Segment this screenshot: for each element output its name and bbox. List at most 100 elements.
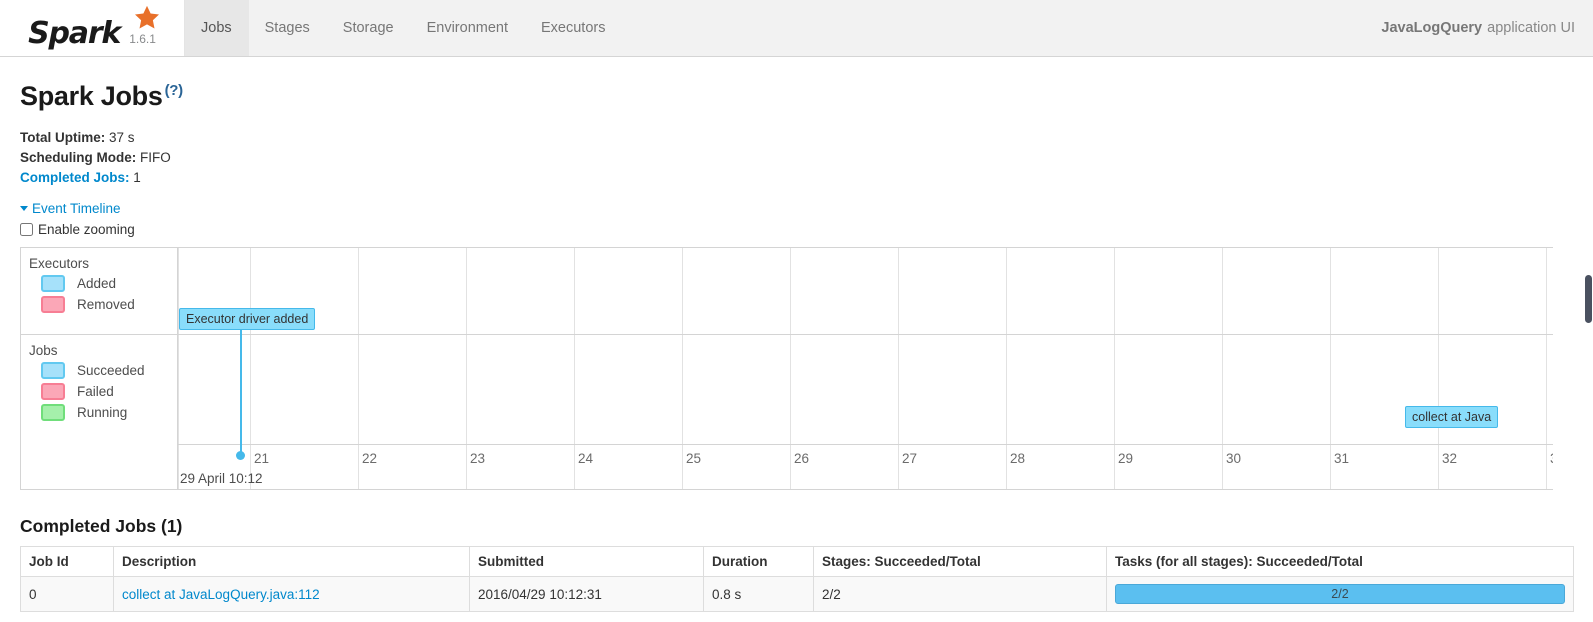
legend-label-added: Added bbox=[77, 276, 117, 291]
navbar: Spark 1.6.1 Jobs Stages Storage Environm… bbox=[0, 0, 1593, 57]
timeline-gridline bbox=[1546, 248, 1547, 489]
timeline-date-label: 29 April 10:12 bbox=[180, 471, 263, 486]
timeline-gridline bbox=[1438, 248, 1439, 489]
summary-completed-jobs: Completed Jobs: 1 bbox=[20, 168, 1573, 188]
event-timeline-toggle[interactable]: Event Timeline bbox=[20, 201, 121, 216]
legend-item-executor-removed: Removed bbox=[41, 296, 177, 313]
tab-executors[interactable]: Executors bbox=[525, 0, 622, 56]
timeline-gridline bbox=[358, 248, 359, 489]
brand-name: Spark bbox=[28, 16, 121, 51]
legend-label-succeeded: Succeeded bbox=[77, 363, 145, 378]
timeline-gridline bbox=[790, 248, 791, 489]
column-header-submitted[interactable]: Submitted bbox=[469, 546, 704, 577]
app-name: JavaLogQuery bbox=[1381, 20, 1483, 36]
timeline-row-divider bbox=[21, 444, 1553, 445]
tab-environment-label: Environment bbox=[426, 20, 508, 36]
timeline-gridline bbox=[178, 248, 179, 489]
nav-tabs: Jobs Stages Storage Environment Executor… bbox=[185, 0, 622, 56]
timeline-tick-label: 21 bbox=[254, 451, 270, 466]
timeline-gridline bbox=[466, 248, 467, 489]
enable-zooming-label: Enable zooming bbox=[38, 222, 135, 237]
cell-description: collect at JavaLogQuery.java:112 bbox=[113, 576, 470, 612]
timeline-tick-label: 32 bbox=[1442, 451, 1458, 466]
page-title-text: Spark Jobs bbox=[20, 81, 163, 111]
cell-stages: 2/2 bbox=[813, 576, 1107, 612]
brand-version: 1.6.1 bbox=[129, 32, 156, 46]
summary-scheduling-mode-value: FIFO bbox=[140, 150, 171, 165]
timeline-tick-label: 24 bbox=[578, 451, 594, 466]
timeline-gridline bbox=[1330, 248, 1331, 489]
table-header-row: Job Id Description Submitted Duration St… bbox=[20, 546, 1574, 577]
caret-down-icon bbox=[20, 205, 28, 211]
timeline-event-stem bbox=[240, 324, 242, 455]
page-scrollbar-thumb[interactable] bbox=[1585, 275, 1592, 323]
job-summary: Total Uptime: 37 s Scheduling Mode: FIFO… bbox=[20, 128, 1573, 188]
cell-duration: 0.8 s bbox=[703, 576, 814, 612]
tasks-progress-label: 2/2 bbox=[1331, 587, 1349, 601]
timeline-tick-label: 25 bbox=[686, 451, 702, 466]
timeline-gridline bbox=[1114, 248, 1115, 489]
enable-zooming-checkbox[interactable] bbox=[20, 223, 33, 236]
column-header-duration[interactable]: Duration bbox=[703, 546, 814, 577]
tab-environment[interactable]: Environment bbox=[411, 0, 525, 56]
summary-scheduling-mode: Scheduling Mode: FIFO bbox=[20, 148, 1573, 168]
timeline-tick-label: 27 bbox=[902, 451, 918, 466]
timeline-tick-label: 29 bbox=[1118, 451, 1134, 466]
tab-stages[interactable]: Stages bbox=[249, 0, 327, 56]
summary-total-uptime-label: Total Uptime: bbox=[20, 130, 106, 145]
timeline-event-dot bbox=[236, 451, 245, 460]
cell-submitted: 2016/04/29 10:12:31 bbox=[469, 576, 704, 612]
summary-total-uptime: Total Uptime: 37 s bbox=[20, 128, 1573, 148]
timeline-tick-label: 23 bbox=[470, 451, 486, 466]
tab-executors-label: Executors bbox=[541, 20, 606, 36]
tab-jobs-label: Jobs bbox=[201, 20, 232, 36]
timeline-tick-label: 31 bbox=[1334, 451, 1350, 466]
page-body: Spark Jobs (?) Total Uptime: 37 s Schedul… bbox=[0, 57, 1593, 612]
timeline-tick-label: 33 bbox=[1550, 451, 1553, 466]
completed-jobs-title: Completed Jobs (1) bbox=[20, 516, 183, 536]
timeline-gridline bbox=[1222, 248, 1223, 489]
timeline-event-executor-driver-added[interactable]: Executor driver added bbox=[179, 308, 316, 330]
legend-swatch-failed-icon bbox=[41, 383, 65, 400]
column-header-tasks[interactable]: Tasks (for all stages): Succeeded/Total bbox=[1106, 546, 1574, 577]
summary-completed-jobs-label[interactable]: Completed Jobs: bbox=[20, 170, 130, 185]
legend-item-job-failed: Failed bbox=[41, 383, 177, 400]
tab-stages-label: Stages bbox=[264, 20, 310, 36]
timeline-gridline bbox=[250, 248, 251, 489]
timeline-legend: Executors Added Removed Jobs Succeeded F… bbox=[21, 248, 178, 489]
app-title: JavaLogQuery application UI bbox=[1381, 0, 1593, 56]
legend-item-job-succeeded: Succeeded bbox=[41, 362, 177, 379]
enable-zooming-row: Enable zooming bbox=[20, 222, 1573, 237]
legend-swatch-added-icon bbox=[41, 275, 65, 292]
summary-total-uptime-value: 37 s bbox=[109, 130, 135, 145]
tab-storage[interactable]: Storage bbox=[327, 0, 411, 56]
column-header-job-id[interactable]: Job Id bbox=[20, 546, 114, 577]
timeline-gridline bbox=[1006, 248, 1007, 489]
timeline-row-divider bbox=[21, 334, 1553, 335]
legend-swatch-running-icon bbox=[41, 404, 65, 421]
timeline-gridline bbox=[574, 248, 575, 489]
summary-completed-jobs-value: 1 bbox=[133, 170, 141, 185]
legend-label-removed: Removed bbox=[77, 297, 135, 312]
event-timeline[interactable]: Executors Added Removed Jobs Succeeded F… bbox=[20, 247, 1553, 490]
job-description-link[interactable]: collect at JavaLogQuery.java:112 bbox=[122, 587, 320, 602]
event-timeline-toggle-label: Event Timeline bbox=[32, 201, 121, 216]
timeline-tick-label: 22 bbox=[362, 451, 378, 466]
legend-label-running: Running bbox=[77, 405, 128, 420]
timeline-event-collect-at-java[interactable]: collect at Java bbox=[1405, 406, 1499, 428]
page-scrollbar[interactable] bbox=[1584, 0, 1593, 622]
timeline-gridline bbox=[682, 248, 683, 489]
column-header-description[interactable]: Description bbox=[113, 546, 470, 577]
spark-logo[interactable]: Spark 1.6.1 bbox=[0, 0, 185, 56]
help-link[interactable]: (?) bbox=[165, 82, 184, 99]
legend-group-title: Jobs bbox=[29, 343, 58, 358]
cell-tasks: 2/2 bbox=[1106, 576, 1574, 612]
timeline-tick-label: 28 bbox=[1010, 451, 1026, 466]
legend-swatch-removed-icon bbox=[41, 296, 65, 313]
summary-scheduling-mode-label: Scheduling Mode: bbox=[20, 150, 137, 165]
column-header-stages[interactable]: Stages: Succeeded/Total bbox=[813, 546, 1107, 577]
legend-swatch-succeeded-icon bbox=[41, 362, 65, 379]
legend-item-job-running: Running bbox=[41, 404, 177, 421]
app-title-suffix: application UI bbox=[1487, 20, 1575, 36]
tab-jobs[interactable]: Jobs bbox=[185, 0, 249, 56]
